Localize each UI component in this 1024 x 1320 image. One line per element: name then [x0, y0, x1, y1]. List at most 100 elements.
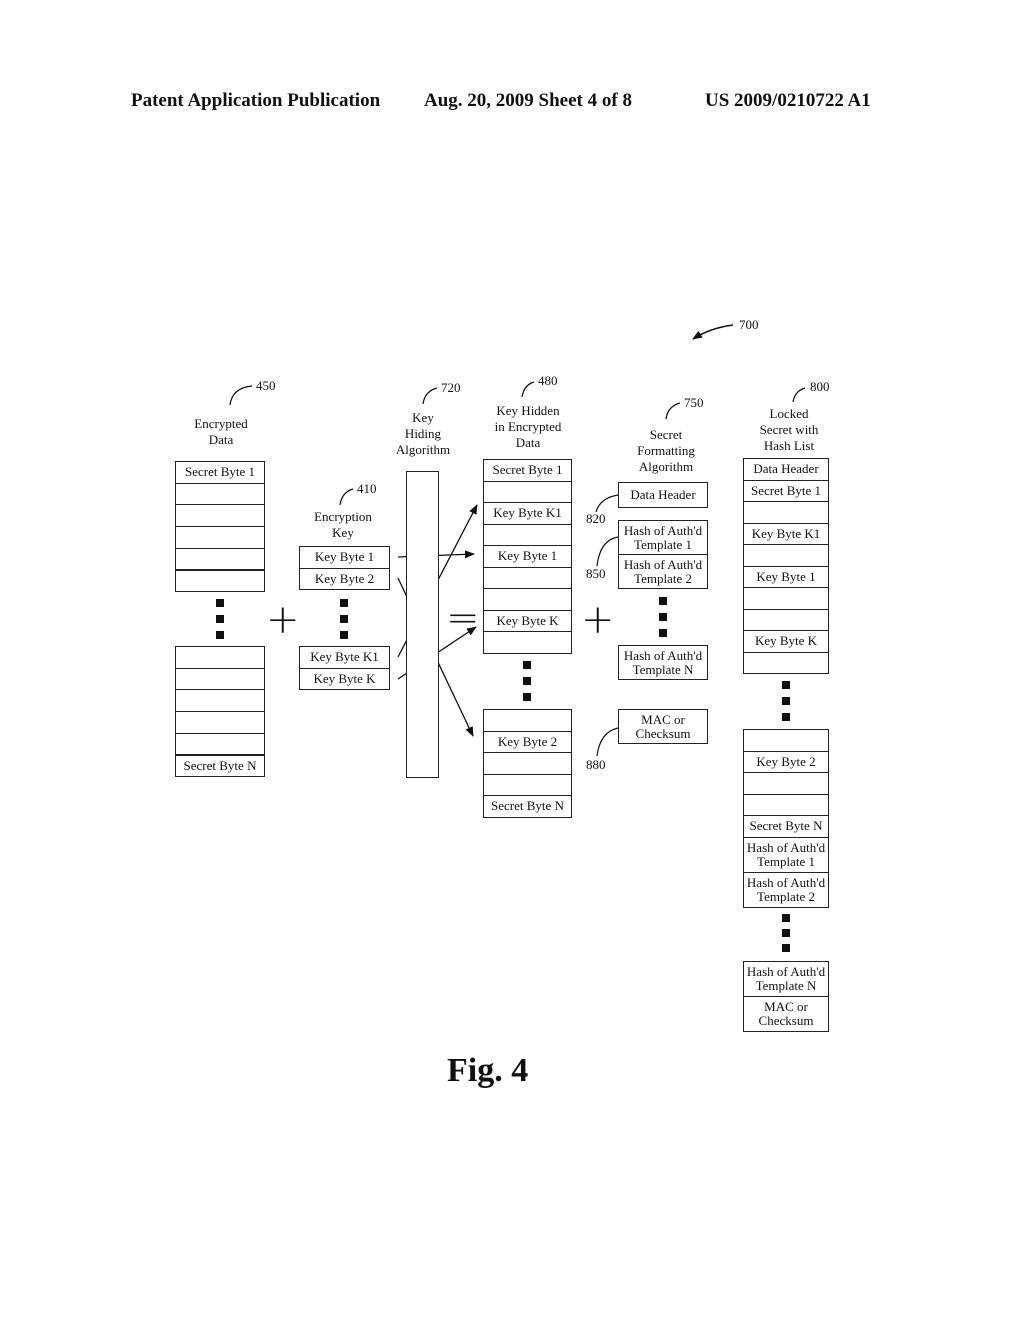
cell-line: Data Header [753, 461, 819, 477]
ellipsis-dot [659, 629, 667, 637]
empty-byte-cell [175, 526, 265, 549]
label-encrypted-data: Encrypted Data [194, 416, 247, 448]
empty-byte-cell [743, 501, 829, 524]
label-line: Secret [649, 427, 683, 442]
cell-line: Key Byte K [496, 612, 559, 628]
cell-line: Hash of Auth'd [746, 964, 826, 979]
byte-cell: Secret Byte N [175, 754, 265, 778]
cell-line: Template 1 [757, 853, 815, 869]
label-line: Encrypted [194, 416, 248, 431]
empty-byte-cell [743, 772, 829, 795]
label-encryption-key: Encryption Key [314, 509, 372, 541]
leader-720 [422, 387, 438, 405]
byte-cell: Key Byte K1 [299, 646, 390, 669]
label-key-hiding-algorithm: Key Hiding Algorithm [396, 410, 450, 458]
byte-cell: Key Byte 2 [299, 567, 390, 590]
cell-line: Secret Byte N [749, 818, 823, 834]
label-line: Key [332, 525, 354, 540]
label-line: Algorithm [638, 459, 694, 474]
ref-700: 700 [739, 317, 759, 332]
label-line: Hiding [404, 426, 442, 441]
leader-450 [229, 385, 253, 406]
ref-720: 720 [441, 380, 461, 395]
byte-cell: Secret Byte 1 [175, 461, 265, 484]
ref-480: 480 [538, 373, 558, 388]
equals-operator: = [446, 595, 480, 641]
byte-cell: Key Byte K [743, 630, 829, 653]
cell-line: Hash of Auth'd [746, 839, 826, 855]
cell-line: Key Byte K1 [310, 649, 379, 665]
empty-byte-cell [743, 544, 829, 567]
empty-byte-cell [483, 752, 572, 775]
cell-line: Secret Byte 1 [492, 462, 563, 478]
leader-410 [339, 488, 354, 506]
label-line: Locked [769, 406, 809, 421]
empty-byte-cell [483, 709, 572, 732]
empty-byte-cell [483, 631, 572, 654]
byte-cell: Key Byte K1 [743, 522, 829, 545]
empty-byte-cell [743, 587, 829, 610]
empty-byte-cell [175, 667, 265, 691]
cell-line: Hash of Auth'd [623, 522, 703, 538]
label-line: Key [412, 410, 434, 425]
label-line: in Encrypted [494, 419, 562, 434]
label-line: Hash List [763, 438, 815, 453]
empty-byte-cell [483, 523, 572, 546]
leader-480 [521, 381, 535, 398]
ellipsis-dot [523, 661, 531, 669]
cell-line: Secret Byte N [183, 757, 257, 773]
ref-410: 410 [357, 481, 377, 496]
cell-line: Key Byte 2 [497, 733, 558, 749]
byte-cell: Hash of Auth'd Template 1 [743, 836, 829, 873]
empty-byte-cell [175, 569, 265, 593]
label-secret-formatting: Secret Formatting Algorithm [637, 427, 695, 475]
cell-line: Template 2 [757, 888, 815, 904]
byte-cell: Key Byte 2 [483, 730, 572, 753]
empty-byte-cell [175, 711, 265, 734]
byte-cell: Secret Byte 1 [743, 479, 829, 502]
ellipsis-dot [659, 597, 667, 605]
ellipsis-dot [782, 713, 790, 721]
byte-cell: Key Byte 1 [483, 545, 572, 568]
empty-byte-cell [175, 689, 265, 713]
key-hiding-algorithm-bar [406, 471, 439, 778]
plus-operator: + [266, 597, 300, 643]
cell-line: Key Byte K1 [493, 505, 562, 521]
ellipsis-dot [782, 944, 790, 952]
label-line: Data [515, 435, 541, 450]
label-line: Formatting [637, 443, 695, 458]
empty-byte-cell [483, 588, 572, 611]
empty-byte-cell [483, 566, 572, 589]
ellipsis-dot [216, 631, 224, 639]
byte-cell: Secret Byte N [483, 795, 572, 818]
byte-cell: Secret Byte N [743, 815, 829, 838]
byte-cell: Hash of Auth'd Template 2 [743, 871, 829, 908]
leader-880 [596, 727, 619, 757]
cell-line: Key Byte 2 [756, 753, 816, 769]
empty-byte-cell [175, 547, 265, 571]
empty-byte-cell [743, 651, 829, 674]
byte-cell: Key Byte 1 [743, 565, 829, 588]
cell-line: Template N [632, 661, 694, 677]
cell-line: Key Byte K [754, 633, 818, 649]
label-line: Key Hidden [496, 403, 560, 418]
byte-cell: Key Byte 2 [743, 750, 829, 773]
label-line: Secret with [759, 422, 819, 437]
ref-800: 800 [810, 379, 830, 394]
empty-byte-cell [743, 729, 829, 752]
empty-byte-cell [175, 504, 265, 528]
ref-850: 850 [586, 566, 606, 581]
empty-byte-cell [483, 773, 572, 796]
ellipsis-dot [340, 631, 348, 639]
leader-700 [692, 324, 734, 340]
empty-byte-cell [743, 608, 829, 631]
hash-template-2-box: Hash of Auth'd Template 2 [618, 554, 708, 589]
byte-cell: MAC or Checksum [743, 996, 829, 1032]
empty-byte-cell [483, 480, 572, 503]
ellipsis-dot [340, 615, 348, 623]
byte-cell: Key Byte K1 [483, 502, 572, 525]
ellipsis-dot [216, 615, 224, 623]
byte-cell: Hash of Auth'd Template N [743, 961, 829, 997]
ellipsis-dot [340, 599, 348, 607]
ellipsis-dot [216, 599, 224, 607]
